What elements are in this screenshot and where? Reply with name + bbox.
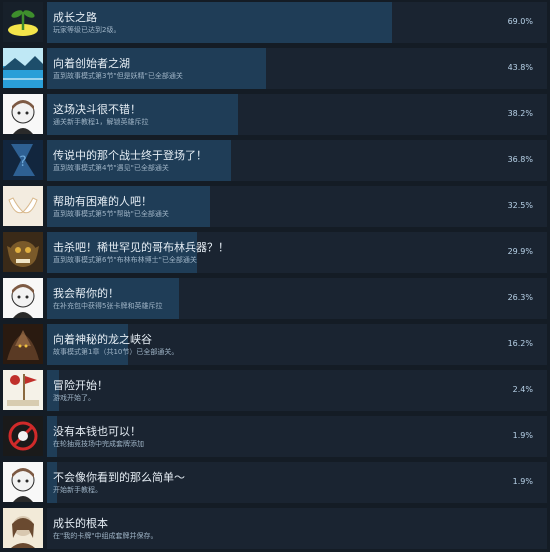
achievement-description: 直到故事模式第5节"帮助"已全部通关 — [53, 210, 169, 218]
achievement-row[interactable]: 击杀吧！稀世罕见的哥布林兵器？！ 直到故事模式第6节"布林布林博士"已全部通关 … — [0, 230, 550, 276]
achievement-row[interactable]: 帮助有困难的人吧！ 直到故事模式第5节"帮助"已全部通关 32.5% — [0, 184, 550, 230]
achievement-row[interactable]: 我会帮你的！ 在补充包中获得5张卡牌和英雄斥拉 26.3% — [0, 276, 550, 322]
unlock-percentage: 1.9% — [512, 477, 533, 486]
achievement-row[interactable]: 不会像你看到的那么简单～ 开始新手教程。 1.9% — [0, 460, 550, 506]
maid-character-icon — [3, 462, 43, 502]
svg-text:?: ? — [19, 154, 26, 170]
achievement-panel: 向着创始者之湖 直到故事模式第3节"但是妖精"已全部通关 43.8% — [47, 48, 547, 89]
achievement-row[interactable]: 成长的根本 在"我的卡牌"中组成套牌并保存。 — [0, 506, 550, 552]
achievement-title: 向着神秘的龙之峡谷 — [53, 333, 152, 346]
unlock-percentage: 69.0% — [507, 17, 533, 26]
achievement-panel: 向着神秘的龙之峡谷 故事模式第1章（共10节）已全部通关。 16.2% — [47, 324, 547, 365]
mystery-warrior-icon: ? — [3, 140, 43, 180]
dragon-icon — [3, 324, 43, 364]
achievement-row[interactable]: 没有本钱也可以！ 在轮抽竞技场中完成套牌添加 1.9% — [0, 414, 550, 460]
achievement-title: 向着创始者之湖 — [53, 57, 130, 70]
achievement-panel: 我会帮你的！ 在补充包中获得5张卡牌和英雄斥拉 26.3% — [47, 278, 547, 319]
achievement-description: 玩家等级已达到2级。 — [53, 26, 121, 34]
unlock-percentage: 1.9% — [512, 431, 533, 440]
achievement-title: 成长之路 — [53, 11, 97, 24]
achievement-row[interactable]: ? 传说中的那个战士终于登场了！ 直到故事模式第4节"遇见"已全部通关 36.8… — [0, 138, 550, 184]
achievement-title: 我会帮你的！ — [53, 287, 119, 300]
lake-icon — [3, 48, 43, 88]
unlock-percentage: 16.2% — [507, 339, 533, 348]
unlock-percentage: 32.5% — [507, 201, 533, 210]
progress-bar — [47, 2, 392, 43]
achievement-panel: 成长的根本 在"我的卡牌"中组成套牌并保存。 — [47, 508, 547, 549]
maid-character-icon — [3, 278, 43, 318]
achievement-panel: 击杀吧！稀世罕见的哥布林兵器？！ 直到故事模式第6节"布林布林博士"已全部通关 … — [47, 232, 547, 273]
achievement-description: 在补充包中获得5张卡牌和英雄斥拉 — [53, 302, 163, 310]
sprout-icon — [3, 2, 43, 42]
unlock-percentage: 38.2% — [507, 109, 533, 118]
achievement-title: 击杀吧！稀世罕见的哥布林兵器？！ — [53, 241, 229, 254]
achievement-title: 这场决斗很不错！ — [53, 103, 141, 116]
achievement-row[interactable]: 这场决斗很不错！ 通关新手教程1，解锁英雄斥拉 38.2% — [0, 92, 550, 138]
unlock-percentage: 36.8% — [507, 155, 533, 164]
achievement-description: 直到故事模式第3节"但是妖精"已全部通关 — [53, 72, 183, 80]
achievement-title: 冒险开始！ — [53, 379, 108, 392]
unlock-percentage: 2.4% — [512, 385, 533, 394]
achievement-panel: 传说中的那个战士终于登场了！ 直到故事模式第4节"遇见"已全部通关 36.8% — [47, 140, 547, 181]
achievement-panel: 没有本钱也可以！ 在轮抽竞技场中完成套牌添加 1.9% — [47, 416, 547, 457]
no-money-icon — [3, 416, 43, 456]
achievement-description: 在"我的卡牌"中组成套牌并保存。 — [53, 532, 158, 540]
goblin-icon — [3, 232, 43, 272]
achievement-panel: 不会像你看到的那么简单～ 开始新手教程。 1.9% — [47, 462, 547, 503]
achievement-row[interactable]: 成长之路 玩家等级已达到2级。 69.0% — [0, 0, 550, 46]
achievement-row[interactable]: 向着创始者之湖 直到故事模式第3节"但是妖精"已全部通关 43.8% — [0, 46, 550, 92]
achievement-row[interactable]: 冒险开始！ 游戏开始了。 2.4% — [0, 368, 550, 414]
achievement-title: 成长的根本 — [53, 517, 108, 530]
helping-hands-icon — [3, 186, 43, 226]
achievement-description: 直到故事模式第4节"遇见"已全部通关 — [53, 164, 169, 172]
girl-portrait-icon — [3, 508, 43, 548]
achievement-title: 没有本钱也可以！ — [53, 425, 141, 438]
achievement-title: 不会像你看到的那么简单～ — [53, 471, 185, 484]
unlock-percentage: 26.3% — [507, 293, 533, 302]
unlock-percentage: 29.9% — [507, 247, 533, 256]
achievement-panel: 冒险开始！ 游戏开始了。 2.4% — [47, 370, 547, 411]
achievement-description: 开始新手教程。 — [53, 486, 102, 494]
achievement-panel: 成长之路 玩家等级已达到2级。 69.0% — [47, 2, 547, 43]
achievement-title: 帮助有困难的人吧！ — [53, 195, 152, 208]
achievement-panel: 这场决斗很不错！ 通关新手教程1，解锁英雄斥拉 38.2% — [47, 94, 547, 135]
achievement-title: 传说中的那个战士终于登场了！ — [53, 149, 207, 162]
achievement-description: 故事模式第1章（共10节）已全部通关。 — [53, 348, 179, 356]
achievement-row[interactable]: 向着神秘的龙之峡谷 故事模式第1章（共10节）已全部通关。 16.2% — [0, 322, 550, 368]
achievement-description: 在轮抽竞技场中完成套牌添加 — [53, 440, 144, 448]
achievement-description: 游戏开始了。 — [53, 394, 95, 402]
maid-character-icon — [3, 94, 43, 134]
achievement-description: 通关新手教程1，解锁英雄斥拉 — [53, 118, 149, 126]
achievement-panel: 帮助有困难的人吧！ 直到故事模式第5节"帮助"已全部通关 32.5% — [47, 186, 547, 227]
achievement-list: 成长之路 玩家等级已达到2级。 69.0% 向着创始者之湖 直到故事模式第3节"… — [0, 0, 550, 552]
achievement-description: 直到故事模式第6节"布林布林博士"已全部通关 — [53, 256, 197, 264]
unlock-percentage: 43.8% — [507, 63, 533, 72]
adventure-start-icon — [3, 370, 43, 410]
